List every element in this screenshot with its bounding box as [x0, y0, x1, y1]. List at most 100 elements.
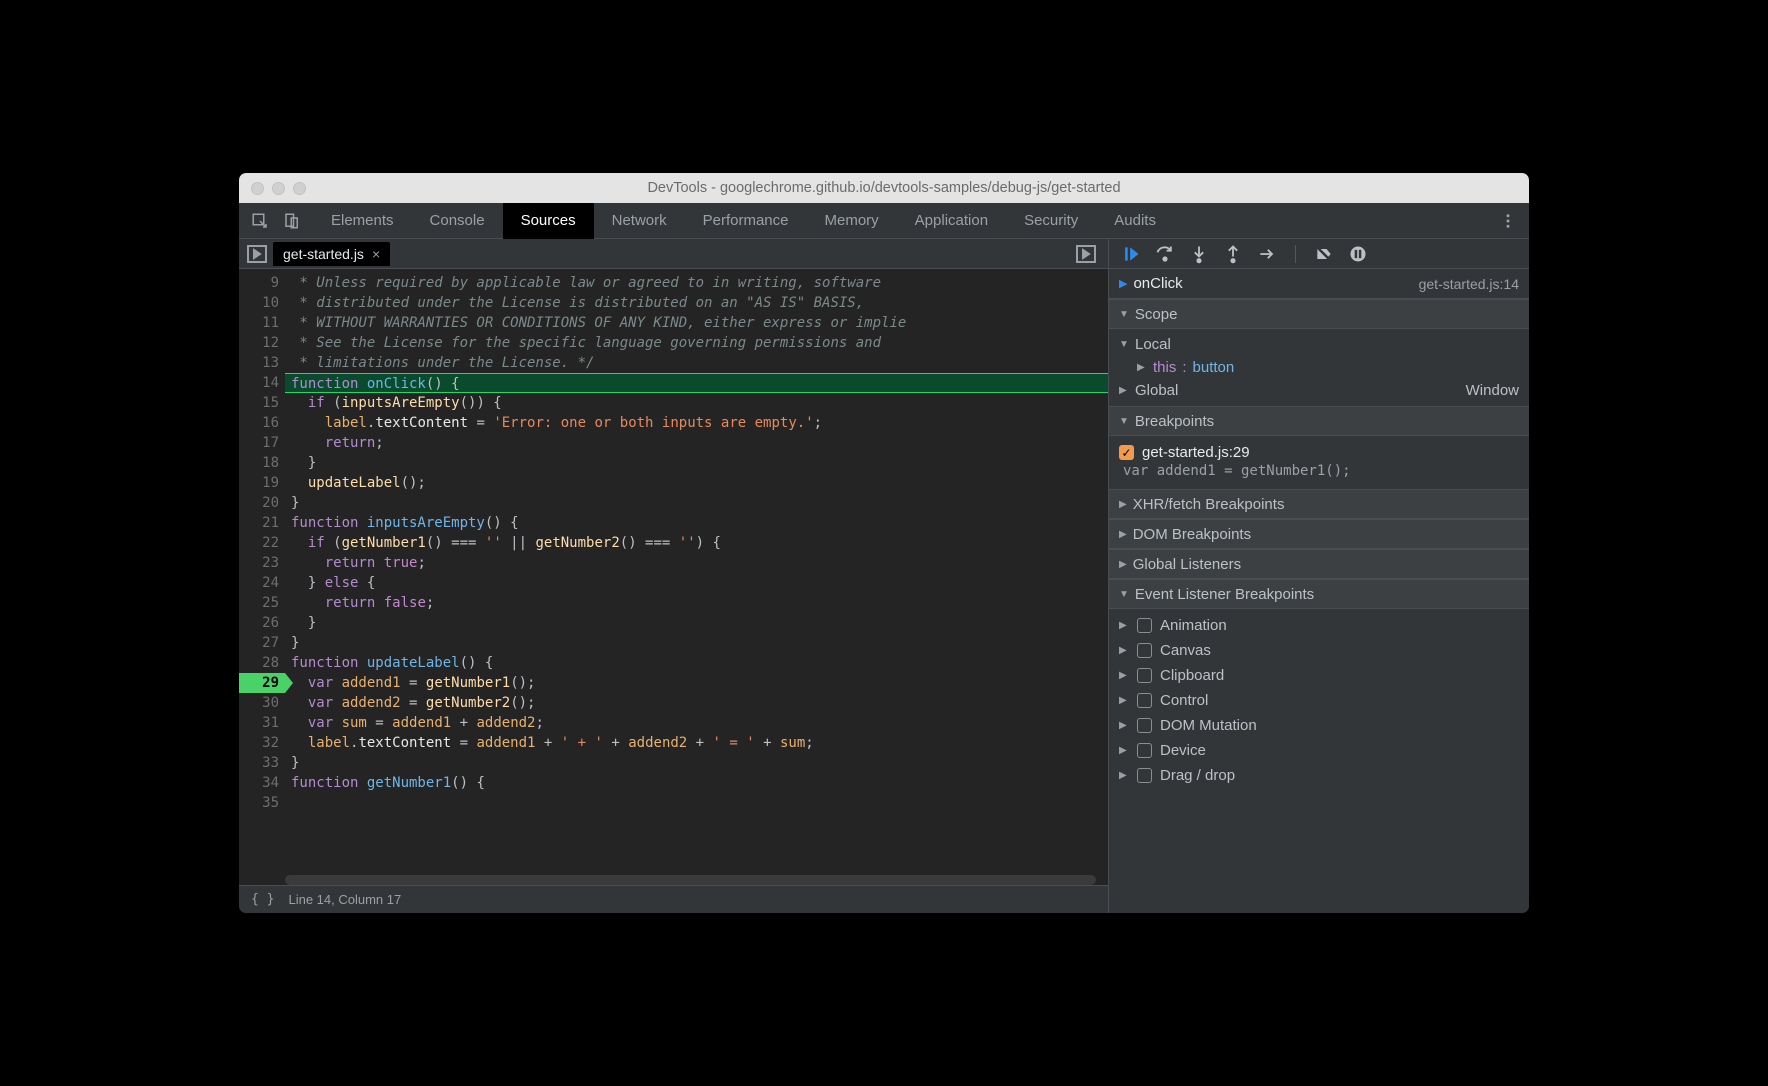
step-into-icon[interactable] — [1189, 244, 1209, 264]
code-line[interactable]: return; — [285, 433, 1108, 453]
breakpoint-checkbox[interactable]: ✓ — [1119, 445, 1134, 460]
code-line[interactable]: * WITHOUT WARRANTIES OR CONDITIONS OF AN… — [285, 313, 1108, 333]
code-line[interactable]: * limitations under the License. */ — [285, 353, 1108, 373]
code-editor[interactable]: 9101112131415161718192021222324252627282… — [239, 269, 1108, 885]
breakpoint-item[interactable]: ✓ get-started.js:29 var addend1 = getNum… — [1109, 440, 1529, 485]
deactivate-breakpoints-icon[interactable] — [1314, 244, 1334, 264]
code-line[interactable]: * See the License for the specific langu… — [285, 333, 1108, 353]
line-number[interactable]: 33 — [239, 753, 279, 773]
elb-category[interactable]: ▶Drag / drop — [1109, 763, 1529, 788]
code-line[interactable]: function getNumber1() { — [285, 773, 1108, 793]
device-toggle-icon[interactable] — [281, 210, 303, 232]
line-number[interactable]: 19 — [239, 473, 279, 493]
line-number[interactable]: 11 — [239, 313, 279, 333]
line-number[interactable]: 13 — [239, 353, 279, 373]
step-icon[interactable] — [1257, 244, 1277, 264]
line-number[interactable]: 15 — [239, 393, 279, 413]
xhr-breakpoints-header[interactable]: ▶ XHR/fetch Breakpoints — [1109, 489, 1529, 519]
line-number[interactable]: 20 — [239, 493, 279, 513]
line-number[interactable]: 22 — [239, 533, 279, 553]
elb-checkbox[interactable] — [1137, 743, 1152, 758]
elb-checkbox[interactable] — [1137, 768, 1152, 783]
panel-tab-application[interactable]: Application — [897, 203, 1006, 239]
close-window-button[interactable] — [251, 182, 264, 195]
resume-icon[interactable] — [1121, 244, 1141, 264]
line-number[interactable]: 18 — [239, 453, 279, 473]
scope-local[interactable]: ▼ Local — [1109, 333, 1529, 356]
elb-category[interactable]: ▶Animation — [1109, 613, 1529, 638]
panel-tab-memory[interactable]: Memory — [807, 203, 897, 239]
code-line[interactable]: function onClick() { — [285, 373, 1108, 393]
code-line[interactable]: var sum = addend1 + addend2; — [285, 713, 1108, 733]
elb-checkbox[interactable] — [1137, 643, 1152, 658]
code-line[interactable] — [285, 793, 1108, 813]
line-number[interactable]: 35 — [239, 793, 279, 813]
code-line[interactable]: updateLabel(); — [285, 473, 1108, 493]
breakpoints-section-header[interactable]: ▼ Breakpoints — [1109, 406, 1529, 436]
code-line[interactable]: var addend1 = getNumber1(); — [285, 673, 1108, 693]
elb-category[interactable]: ▶DOM Mutation — [1109, 713, 1529, 738]
line-number[interactable]: 29 — [239, 673, 285, 693]
line-number[interactable]: 16 — [239, 413, 279, 433]
code-line[interactable]: function updateLabel() { — [285, 653, 1108, 673]
elb-category[interactable]: ▶Control — [1109, 688, 1529, 713]
file-tab[interactable]: get-started.js × — [273, 242, 390, 266]
code-line[interactable]: * distributed under the License is distr… — [285, 293, 1108, 313]
line-number[interactable]: 27 — [239, 633, 279, 653]
scope-section-header[interactable]: ▼ Scope — [1109, 299, 1529, 329]
dom-breakpoints-header[interactable]: ▶ DOM Breakpoints — [1109, 519, 1529, 549]
panel-tab-sources[interactable]: Sources — [503, 203, 594, 239]
elb-checkbox[interactable] — [1137, 718, 1152, 733]
code-line[interactable]: } — [285, 493, 1108, 513]
elb-checkbox[interactable] — [1137, 668, 1152, 683]
step-out-icon[interactable] — [1223, 244, 1243, 264]
show-navigator-icon[interactable] — [245, 242, 269, 266]
line-number[interactable]: 24 — [239, 573, 279, 593]
code-line[interactable]: if (getNumber1() === '' || getNumber2() … — [285, 533, 1108, 553]
panel-tab-elements[interactable]: Elements — [313, 203, 412, 239]
step-over-icon[interactable] — [1155, 244, 1175, 264]
panel-tab-security[interactable]: Security — [1006, 203, 1096, 239]
line-number[interactable]: 10 — [239, 293, 279, 313]
line-gutter[interactable]: 9101112131415161718192021222324252627282… — [239, 269, 285, 885]
elb-category[interactable]: ▶Canvas — [1109, 638, 1529, 663]
line-number[interactable]: 14 — [239, 373, 279, 393]
code-line[interactable]: * Unless required by applicable law or a… — [285, 273, 1108, 293]
panel-tab-audits[interactable]: Audits — [1096, 203, 1174, 239]
more-options-icon[interactable] — [1497, 210, 1519, 232]
code-line[interactable]: function inputsAreEmpty() { — [285, 513, 1108, 533]
minimize-window-button[interactable] — [272, 182, 285, 195]
panel-tab-network[interactable]: Network — [594, 203, 685, 239]
inspect-element-icon[interactable] — [249, 210, 271, 232]
line-number[interactable]: 31 — [239, 713, 279, 733]
line-number[interactable]: 28 — [239, 653, 279, 673]
code-line[interactable]: if (inputsAreEmpty()) { — [285, 393, 1108, 413]
line-number[interactable]: 9 — [239, 273, 279, 293]
line-number[interactable]: 17 — [239, 433, 279, 453]
code-line[interactable]: var addend2 = getNumber2(); — [285, 693, 1108, 713]
code-line[interactable]: } — [285, 453, 1108, 473]
code-line[interactable]: return false; — [285, 593, 1108, 613]
panel-tab-performance[interactable]: Performance — [685, 203, 807, 239]
scope-this[interactable]: ▶ this: button — [1109, 356, 1529, 379]
code-line[interactable]: } — [285, 613, 1108, 633]
horizontal-scrollbar[interactable] — [285, 875, 1096, 885]
pause-exceptions-icon[interactable] — [1348, 244, 1368, 264]
code-line[interactable]: } — [285, 753, 1108, 773]
pretty-print-icon[interactable]: { } — [251, 892, 274, 907]
line-number[interactable]: 12 — [239, 333, 279, 353]
line-number[interactable]: 23 — [239, 553, 279, 573]
elb-checkbox[interactable] — [1137, 618, 1152, 633]
code-content[interactable]: * Unless required by applicable law or a… — [285, 269, 1108, 885]
event-listener-breakpoints-header[interactable]: ▼ Event Listener Breakpoints — [1109, 579, 1529, 609]
zoom-window-button[interactable] — [293, 182, 306, 195]
elb-checkbox[interactable] — [1137, 693, 1152, 708]
show-debugger-icon[interactable] — [1074, 242, 1098, 266]
code-line[interactable]: label.textContent = addend1 + ' + ' + ad… — [285, 733, 1108, 753]
elb-category[interactable]: ▶Device — [1109, 738, 1529, 763]
panel-tab-console[interactable]: Console — [412, 203, 503, 239]
global-listeners-header[interactable]: ▶ Global Listeners — [1109, 549, 1529, 579]
line-number[interactable]: 34 — [239, 773, 279, 793]
line-number[interactable]: 32 — [239, 733, 279, 753]
close-tab-icon[interactable]: × — [372, 246, 380, 262]
